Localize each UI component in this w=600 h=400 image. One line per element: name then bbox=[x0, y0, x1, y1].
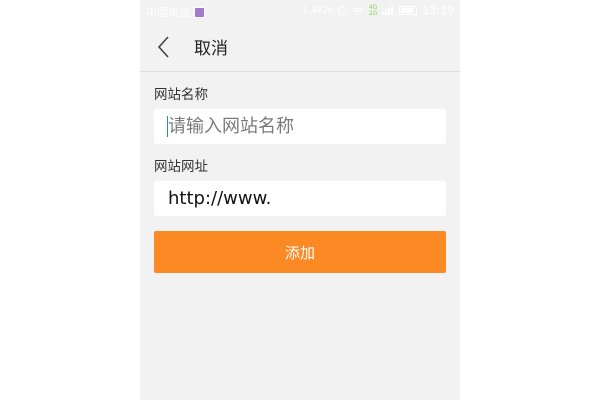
header: 取消 bbox=[140, 22, 460, 72]
network-speed: 1.4K/s bbox=[301, 5, 333, 16]
site-name-label: 网站名称 bbox=[154, 87, 208, 103]
site-name-input[interactable] bbox=[154, 109, 446, 144]
signal-icon bbox=[382, 6, 394, 15]
carrier-name: 中国电信 bbox=[146, 6, 190, 19]
text-caret bbox=[167, 116, 168, 137]
phone-screen: 中国电信 1.4K/s 4G 2G 13:19 取消 网站名称 请输入网站名称 … bbox=[140, 0, 460, 400]
chevron-left-icon[interactable] bbox=[154, 34, 174, 60]
cancel-button[interactable]: 取消 bbox=[194, 34, 228, 59]
alarm-icon bbox=[337, 6, 347, 15]
add-button[interactable]: 添加 bbox=[154, 231, 446, 273]
wifi-icon bbox=[352, 6, 364, 15]
status-bar: 中国电信 1.4K/s 4G 2G 13:19 bbox=[140, 0, 460, 22]
app-notification-icon bbox=[194, 6, 205, 18]
site-url-input[interactable] bbox=[154, 181, 446, 216]
site-url-label: 网站网址 bbox=[154, 159, 208, 175]
status-time: 13:19 bbox=[422, 4, 454, 17]
network-type-badge: 4G 2G bbox=[368, 3, 378, 17]
battery-icon bbox=[399, 6, 418, 15]
